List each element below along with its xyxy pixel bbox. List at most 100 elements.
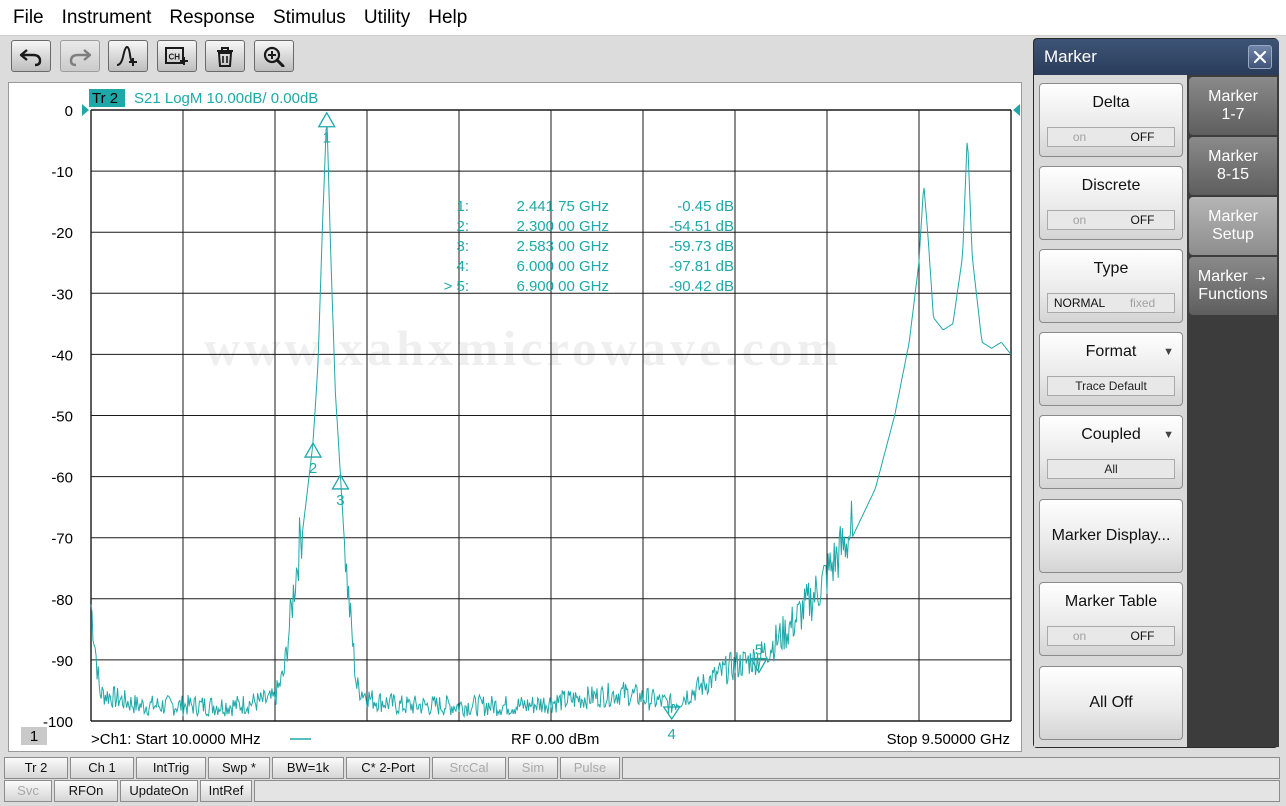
tab-line-2: 8-15 [1216, 166, 1250, 183]
status-c-2-port-button[interactable]: C* 2-Port [346, 757, 430, 779]
format-softkey[interactable]: Format ▼ Trace Default [1039, 332, 1183, 406]
menu-response[interactable]: Response [160, 0, 264, 36]
discrete-softkey[interactable]: Discrete on OFF [1039, 166, 1183, 240]
tab-marker-8-15-label: Marker 8-15 [1208, 148, 1258, 184]
menu-file[interactable]: File [4, 0, 53, 36]
tab-marker-8-15[interactable]: Marker 8-15 [1189, 137, 1277, 195]
delta-softkey[interactable]: Delta on OFF [1039, 83, 1183, 157]
marker-table-freq: 6.000 00 GHz [516, 258, 609, 275]
y-tick-label: -90 [51, 653, 73, 670]
menu-utility[interactable]: Utility [355, 0, 419, 36]
status-swp-button[interactable]: Swp * [208, 757, 270, 779]
all-off-softkey[interactable]: All Off [1039, 666, 1183, 740]
reference-arrow-right [1013, 104, 1020, 116]
marker-table-freq: 2.300 00 GHz [516, 218, 609, 235]
status-inttrig-button[interactable]: IntTrig [136, 757, 206, 779]
format-softkey-value: Trace Default [1047, 376, 1175, 396]
status-srccal-button[interactable]: SrcCal [432, 757, 506, 779]
channel-add-icon: CH [164, 47, 188, 65]
undo-icon [19, 49, 42, 67]
marker-table-id: 3: [456, 238, 469, 255]
status-updateon-button[interactable]: UpdateOn [120, 780, 198, 802]
toggle-option: OFF [1130, 130, 1155, 144]
add-channel-button[interactable]: CH [156, 40, 197, 72]
toggle-option: on [1072, 629, 1087, 643]
all-off-softkey-label: All Off [1089, 694, 1133, 711]
tab-marker-functions[interactable]: Marker → Functions [1189, 257, 1277, 315]
marker-table-value: -90.42 dB [669, 278, 734, 295]
marker-label-4: 4 [668, 726, 676, 743]
menu-help[interactable]: Help [419, 0, 476, 36]
y-tick-label: -60 [51, 470, 73, 487]
toggle-option: NORMAL [1053, 296, 1106, 310]
trace-chart[interactable]: 0 -10 -20 -30 -40 -50 -60 -70 -80 -90 -100 Tr 2 S21 … [9, 83, 1021, 751]
marker-table-value: -0.45 dB [677, 198, 734, 215]
type-softkey[interactable]: Type NORMAL fixed [1039, 249, 1183, 323]
coupled-softkey[interactable]: Coupled ▼ All [1039, 415, 1183, 489]
marker-table-id: 4: [456, 258, 469, 275]
dropdown-caret-icon: ▼ [1163, 429, 1174, 441]
toggle-option: on [1072, 130, 1087, 144]
tab-marker-1-7[interactable]: Marker 1-7 [1189, 77, 1277, 135]
status-rfon-button[interactable]: RFOn [54, 780, 118, 802]
status-intref-button[interactable]: IntRef [200, 780, 252, 802]
marker-table-softkey[interactable]: Marker Table on OFF [1039, 582, 1183, 656]
type-softkey-label: Type [1093, 260, 1129, 277]
tab-marker-setup[interactable]: Marker Setup [1189, 197, 1277, 255]
status-ch-1-button[interactable]: Ch 1 [70, 757, 134, 779]
toggle-option: on [1072, 213, 1087, 227]
menu-instrument[interactable]: Instrument [53, 0, 161, 36]
status-bar-filler [622, 757, 1280, 779]
tab-line-1: Marker [1208, 88, 1258, 105]
y-tick-label: -30 [51, 286, 73, 303]
zoom-button[interactable] [253, 40, 294, 72]
marker-label-5: 5 [755, 641, 763, 658]
marker-label-3: 3 [336, 492, 344, 509]
status-pulse-button[interactable]: Pulse [560, 757, 620, 779]
close-panel-button[interactable] [1248, 45, 1272, 69]
reference-arrow-left [82, 104, 89, 116]
marker-table-freq: 2.441 75 GHz [516, 198, 609, 215]
tab-marker-setup-label: Marker Setup [1208, 208, 1258, 244]
close-icon [1253, 50, 1267, 64]
y-tick-label: -80 [51, 592, 73, 609]
marker-table-freq: 2.583 00 GHz [516, 238, 609, 255]
toolbar: CH [0, 36, 1030, 80]
status-bw-1k-button[interactable]: BW=1k [272, 757, 344, 779]
status-bar-row-1: Tr 2 Ch 1 IntTrig Swp * BW=1k C* 2-Port SrcCal… [4, 757, 1282, 779]
menu-stimulus[interactable]: Stimulus [264, 0, 355, 36]
y-tick-label: -50 [51, 409, 73, 426]
marker-table-id: 2: [456, 218, 469, 235]
tab-marker-functions-label: Marker → Functions [1198, 268, 1268, 304]
y-tick-label: -20 [51, 225, 73, 242]
tab-line-2: Functions [1198, 286, 1268, 303]
tab-line-2: 1-7 [1221, 106, 1245, 123]
delete-button[interactable] [205, 40, 245, 72]
y-tick-label: -70 [51, 531, 73, 548]
redo-button[interactable] [59, 40, 100, 72]
trace-window[interactable]: 0 -10 -20 -30 -40 -50 -60 -70 -80 -90 -100 Tr 2 S21 … [8, 82, 1022, 752]
y-tick-label: -100 [43, 714, 73, 731]
menu-bar: File Instrument Response Stimulus Utility Hel… [0, 0, 1286, 36]
marker-panel-header: Marker [1034, 39, 1279, 75]
status-sim-button[interactable]: Sim [508, 757, 558, 779]
add-marker-button[interactable] [108, 40, 148, 72]
tab-column: Marker 1-7 Marker 8-15 Marker Setup Marker → Fu… [1187, 75, 1279, 747]
status-bar-filler [254, 780, 1280, 802]
tab-line-1: Marker [1208, 148, 1258, 165]
softkey-column: Delta on OFF Discrete on OFF Type NORMAL fixed Fo… [1034, 75, 1187, 747]
dropdown-caret-icon: ▼ [1163, 346, 1174, 358]
status-tr-2-button[interactable]: Tr 2 [4, 757, 68, 779]
coupled-softkey-value: All [1047, 459, 1175, 479]
marker-table-softkey-toggle: on OFF [1047, 626, 1175, 646]
trace-label: Tr 2 [92, 90, 118, 107]
status-svc-button[interactable]: Svc [4, 780, 52, 802]
marker-table-freq: 6.900 00 GHz [516, 278, 609, 295]
undo-button[interactable] [11, 40, 51, 72]
trace-info: S21 LogM 10.00dB/ 0.00dB [134, 90, 318, 107]
marker-display-softkey[interactable]: Marker Display... [1039, 499, 1183, 573]
marker-label-2: 2 [309, 460, 317, 477]
svg-text:CH: CH [168, 53, 180, 62]
watermark-text: www.xahxmicrowave.com [204, 320, 843, 376]
format-softkey-label: Format [1085, 343, 1137, 360]
